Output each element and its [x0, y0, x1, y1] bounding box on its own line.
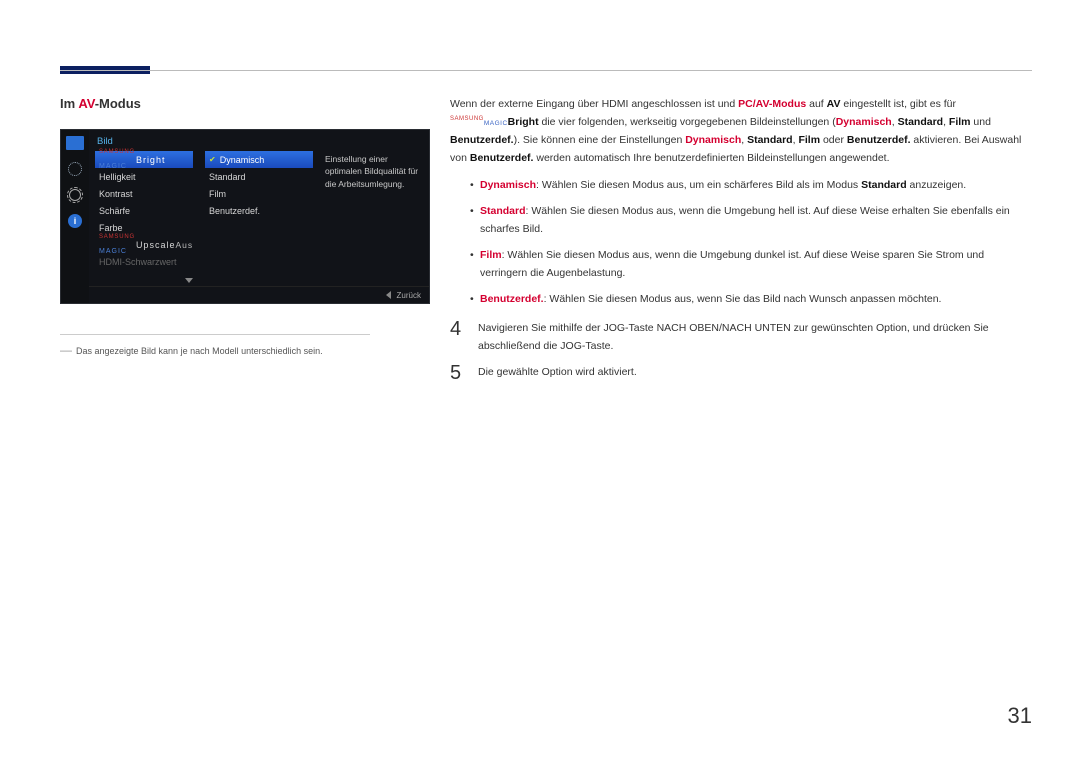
bullet-list: Dynamisch: Wählen Sie diesen Modus aus, …	[470, 177, 1032, 308]
page-content: Im AV-Modus i Bild SAMSUNGMAGICBright He…	[0, 0, 1080, 384]
osd-columns: SAMSUNGMAGICBright Helligkeit Kontrast S…	[89, 151, 429, 286]
note-divider	[60, 334, 370, 335]
step-5-number: 5	[450, 362, 478, 384]
check-icon: ✔	[209, 155, 216, 164]
option-dynamisch: ✔Dynamisch	[205, 151, 313, 168]
info-icon: i	[66, 214, 84, 228]
note-dash: ―	[60, 343, 72, 357]
osd-main: Bild SAMSUNGMAGICBright Helligkeit Kontr…	[89, 130, 429, 303]
header-divider	[60, 70, 1032, 71]
step-4-number: 4	[450, 318, 478, 356]
step-5-text: Die gewählte Option wird aktiviert.	[478, 362, 1032, 384]
heading-av: AV	[78, 96, 94, 111]
scroll-down-icon	[185, 275, 193, 285]
step-4-text: Navigieren Sie mithilfe der JOG-Taste NA…	[478, 318, 1032, 356]
osd-title: Bild	[89, 130, 429, 151]
osd-col-settings: SAMSUNGMAGICBright Helligkeit Kontrast S…	[89, 151, 199, 286]
row-schaerfe: Schärfe	[95, 202, 193, 219]
osd-sidebar-icons: i	[61, 130, 89, 303]
page-number: 31	[1008, 703, 1032, 729]
option-film: Film	[205, 185, 313, 202]
inline-magic-bright: SAMSUNGMAGIC	[450, 116, 508, 128]
osd-menu: i Bild SAMSUNGMAGICBright Helligkeit Kon…	[60, 129, 430, 304]
intro-paragraph: Wenn der externe Eingang über HDMI anges…	[450, 96, 1032, 167]
monitor-icon	[66, 136, 84, 150]
osd-back-label: Zurück	[397, 291, 421, 300]
row-kontrast: Kontrast	[95, 185, 193, 202]
osd-footer: Zurück	[89, 286, 429, 303]
row-magic-bright: SAMSUNGMAGICBright	[95, 151, 193, 168]
row-hdmi: HDMI-Schwarzwert	[95, 253, 193, 270]
upscale-suffix: Upscale	[136, 240, 176, 250]
bullet-film: Film: Wählen Sie diesen Modus aus, wenn …	[470, 247, 1032, 283]
magic-bright-suffix: Bright	[136, 155, 166, 165]
option-standard: Standard	[205, 168, 313, 185]
left-column: Im AV-Modus i Bild SAMSUNGMAGICBright He…	[60, 96, 430, 384]
brightness-icon	[66, 162, 84, 176]
upscale-value: Aus	[175, 240, 193, 250]
heading-prefix: Im	[60, 96, 78, 111]
back-arrow-icon	[386, 291, 391, 299]
row-helligkeit: Helligkeit	[95, 168, 193, 185]
osd-col-options: ✔Dynamisch Standard Film Benutzerdef.	[199, 151, 319, 286]
bullet-dynamisch: Dynamisch: Wählen Sie diesen Modus aus, …	[470, 177, 1032, 195]
bullet-benutzerdef: Benutzerdef.: Wählen Sie diesen Modus au…	[470, 291, 1032, 309]
step-4: 4 Navigieren Sie mithilfe der JOG-Taste …	[450, 318, 1032, 356]
heading-suffix: -Modus	[95, 96, 141, 111]
step-5: 5 Die gewählte Option wird aktiviert.	[450, 362, 1032, 384]
option-benutzerdef: Benutzerdef.	[205, 202, 313, 219]
osd-description: Einstellung einer optimalen Bildqualität…	[319, 151, 429, 286]
settings-icon	[66, 188, 84, 202]
bullet-standard: Standard: Wählen Sie diesen Modus aus, w…	[470, 203, 1032, 239]
note-text: ―Das angezeigte Bild kann je nach Modell…	[60, 343, 430, 357]
right-column: Wenn der externe Eingang über HDMI anges…	[430, 96, 1032, 384]
section-heading: Im AV-Modus	[60, 96, 430, 111]
row-magic-upscale: SAMSUNGMAGICUpscale Aus	[95, 236, 193, 253]
